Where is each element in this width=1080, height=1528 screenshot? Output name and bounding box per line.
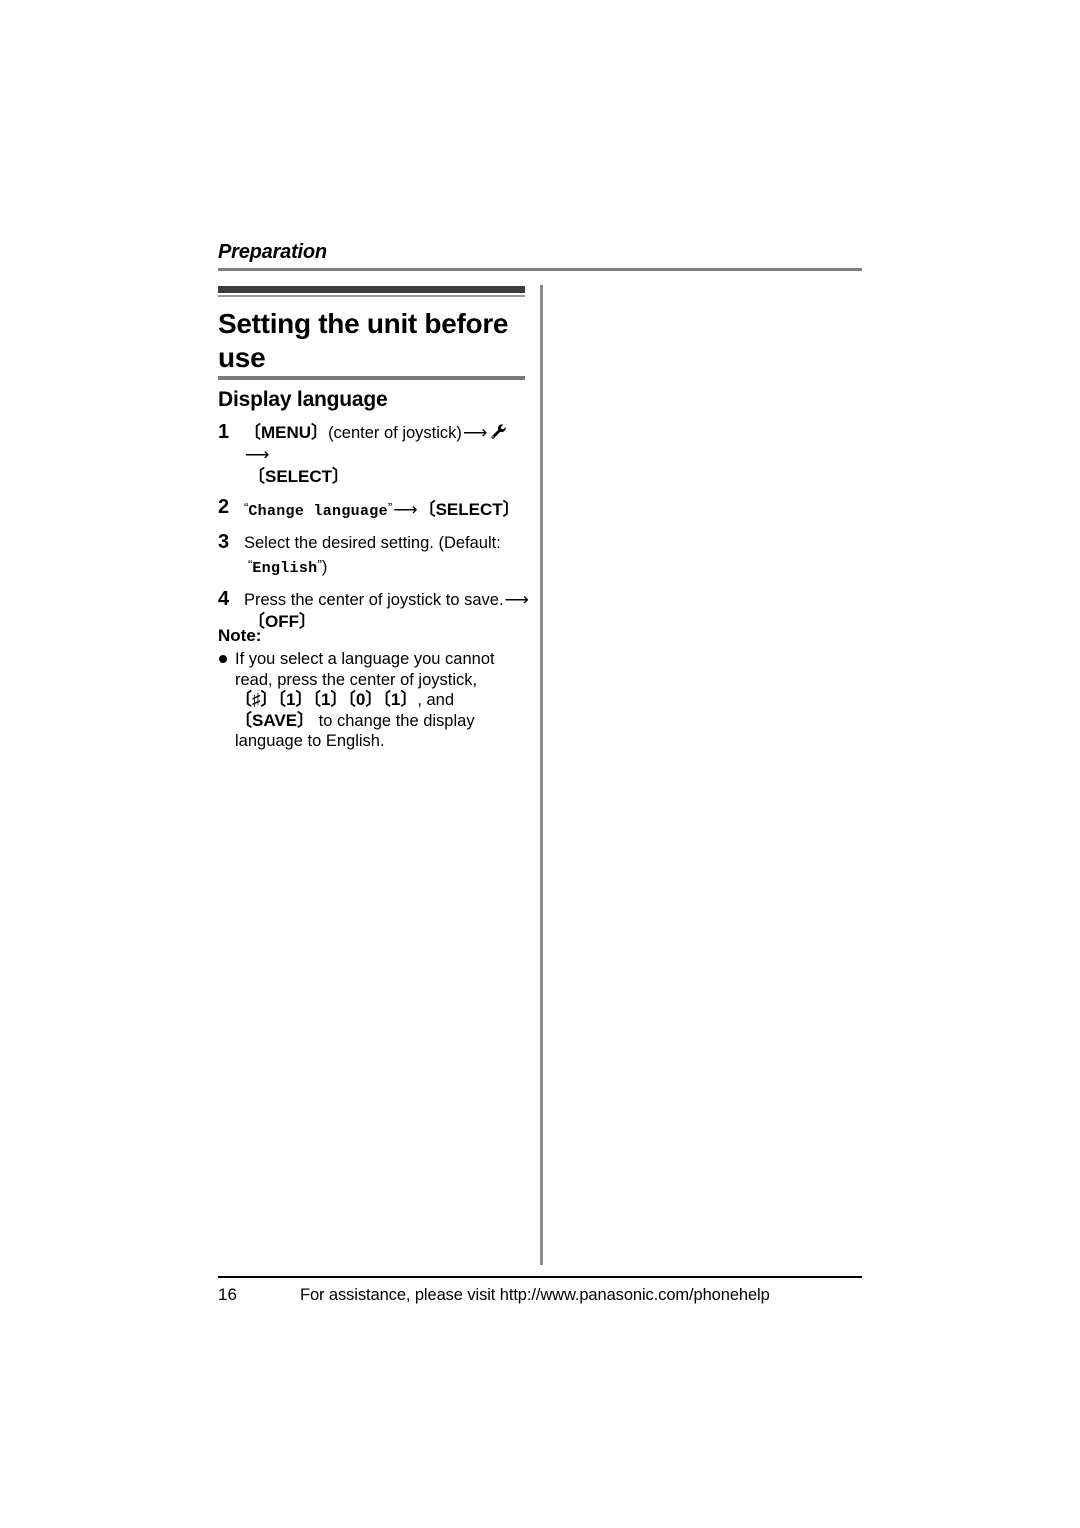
step-body: Select the desired setting. (Default: “E… [244,532,530,580]
page-number: 16 [218,1285,237,1304]
arrow-right-icon: ⟶ [393,500,418,519]
step-number: 3 [218,531,230,553]
title-rule-thin [218,295,525,297]
key-select: 〔SELECT〕 [248,467,350,486]
step-3-text: Select the desired setting. (Default: [244,534,501,552]
note-block: Note: If you select a language you canno… [218,624,530,752]
assistance-text: For assistance, please visit http://www.… [300,1286,770,1304]
note-item: If you select a language you cannot read… [218,649,530,752]
title-rule-thick [218,286,525,293]
arrow-right-icon: ⟶ [504,590,529,609]
menu-item-change-language: Change language [248,503,388,520]
step-2: 2 “Change language”⟶〔SELECT〕 [218,496,530,523]
step-4-text: Press the center of joystick to save. [244,591,504,609]
arrow-right-icon: ⟶ [462,423,488,442]
page-footer: 16 For assistance, please visit http://w… [218,1276,862,1306]
manual-page: Preparation Setting the unit before use … [0,0,1080,1528]
procedure-steps: 1 〔MENU〕(center of joystick)⟶ ⟶ 〔SELECT〕 … [218,421,530,642]
note-text-part-2: , and [417,691,455,709]
step-body: 〔MENU〕(center of joystick)⟶ ⟶ 〔SELECT〕 [244,422,530,488]
running-head: Preparation [218,240,862,271]
close-paren: ) [321,558,328,576]
step-1-paren: (center of joystick) [328,424,462,442]
key-sequence-reset: 〔♯〕〔1〕〔1〕〔0〕〔1〕 [235,690,418,709]
column-divider [540,285,543,1265]
step-1: 1 〔MENU〕(center of joystick)⟶ ⟶ 〔SELECT〕 [218,421,530,488]
default-value-english: English [252,560,318,577]
note-title: Note: [218,626,262,645]
subhead-rule [218,376,525,380]
step-number: 1 [218,421,230,443]
key-save: 〔SAVE〕 [235,710,315,730]
step-body: “Change language”⟶〔SELECT〕 [244,497,530,523]
arrow-right-icon-2: ⟶ [245,445,270,464]
step-3-default-value: “English”) [244,554,530,580]
footer-rule [218,1276,862,1278]
key-menu: 〔MENU〕 [244,423,329,442]
subsection-title: Display language [218,388,388,411]
step-number: 4 [218,588,230,610]
key-select: 〔SELECT〕 [418,500,520,519]
footer-row: 16 For assistance, please visit http://w… [218,1284,862,1306]
step-3: 3 Select the desired setting. (Default: … [218,531,530,580]
wrench-icon [490,423,507,440]
note-text-part-1: If you select a language you cannot read… [235,650,495,689]
running-head-label: Preparation [218,241,327,263]
step-number: 2 [218,496,230,518]
running-head-rule [218,268,862,271]
bullet-icon [219,655,227,663]
page-title: Setting the unit before use [218,308,509,373]
